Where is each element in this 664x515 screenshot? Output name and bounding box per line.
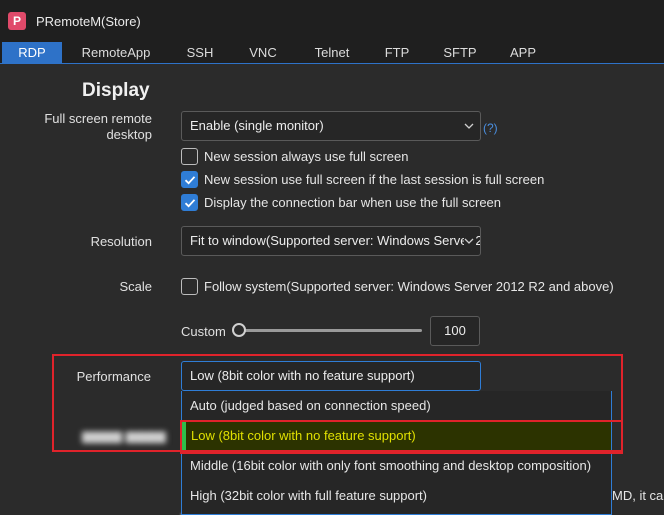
fullscreen-label: Full screen remote desktop	[44, 111, 152, 142]
resolution-label: Resolution	[90, 234, 152, 249]
tab-rdp[interactable]: RDP	[2, 42, 62, 64]
resolution-select-value: Fit to window(Supported server: Windows …	[190, 233, 480, 248]
tab-app[interactable]: APP	[502, 42, 544, 64]
resolution-select[interactable]: Fit to window(Supported server: Windows …	[181, 226, 481, 256]
scale-slider-thumb[interactable]	[232, 323, 246, 337]
checkbox-checked-icon[interactable]	[181, 171, 198, 188]
chevron-down-icon	[464, 123, 474, 129]
chevron-down-icon	[464, 236, 474, 246]
rdp-settings-panel: Display Full screen remote desktop Enabl…	[0, 64, 664, 515]
checkbox-label: New session always use full screen	[204, 149, 409, 164]
fullscreen-select-value: Enable (single monitor)	[190, 118, 324, 133]
option-high[interactable]: High (32bit color with full feature supp…	[182, 481, 611, 511]
title-bar: P PRemoteM(Store)	[0, 0, 664, 42]
tab-telnet[interactable]: Telnet	[304, 42, 360, 64]
tab-ssh[interactable]: SSH	[176, 42, 224, 64]
checkbox-label: Follow system(Supported server: Windows …	[204, 279, 614, 294]
section-title: Display	[82, 80, 150, 101]
protocol-tabs: RDP RemoteApp SSH VNC Telnet FTP SFTP AP…	[0, 42, 664, 64]
checkbox-label: New session use full screen if the last …	[204, 172, 545, 187]
tab-remoteapp[interactable]: RemoteApp	[74, 42, 158, 64]
tab-ftp[interactable]: FTP	[376, 42, 418, 64]
custom-label: Custom	[181, 324, 226, 339]
highlight-box-low-option	[180, 420, 623, 454]
scale-value-input[interactable]: 100	[430, 316, 480, 346]
window-title: PRemoteM(Store)	[36, 14, 141, 29]
scale-slider-track[interactable]	[240, 329, 422, 332]
scale-label: Scale	[119, 279, 152, 294]
checkbox-checked-icon[interactable]	[181, 194, 198, 211]
option-middle[interactable]: Middle (16bit color with only font smoot…	[182, 451, 611, 481]
app-logo-icon: P	[8, 12, 26, 30]
checkbox-label: Display the connection bar when use the …	[204, 195, 502, 210]
tab-sftp[interactable]: SFTP	[436, 42, 484, 64]
fullscreen-select[interactable]: Enable (single monitor)	[181, 111, 481, 141]
help-link[interactable]: (?)	[483, 121, 498, 135]
checkbox-unchecked-icon[interactable]	[181, 278, 198, 295]
checkbox-unchecked-icon[interactable]	[181, 148, 198, 165]
tab-vnc[interactable]: VNC	[240, 42, 286, 64]
partial-text: MD, it can	[612, 488, 664, 503]
